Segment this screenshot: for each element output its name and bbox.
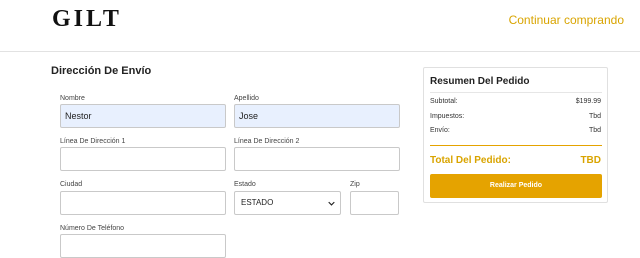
first-name-input[interactable] <box>60 104 226 128</box>
state-select-value: ESTADO <box>241 198 274 207</box>
taxes-label: Impuestos: <box>430 113 465 120</box>
first-name-label: Nombre <box>60 95 85 102</box>
zip-input[interactable] <box>350 191 399 215</box>
order-summary-panel: Resumen Del Pedido Subtotal: $199.99 Imp… <box>423 67 608 203</box>
order-summary-title: Resumen Del Pedido <box>430 76 530 87</box>
continue-shopping-link[interactable]: Continuar comprando <box>509 13 624 27</box>
zip-label: Zip <box>350 181 360 188</box>
order-total-label: Total Del Pedido: <box>430 155 511 166</box>
address-line2-input[interactable] <box>234 147 400 171</box>
total-divider <box>430 145 602 146</box>
chevron-down-icon <box>328 201 335 206</box>
shipping-cost-value: Tbd <box>588 127 601 134</box>
top-bar: GILT Continuar comprando <box>0 0 640 52</box>
last-name-label: Apellido <box>234 95 259 102</box>
address-line1-input[interactable] <box>60 147 226 171</box>
summary-divider <box>430 92 602 93</box>
address-line2-label: Línea De Dirección 2 <box>234 138 300 145</box>
shipping-cost-label: Envío: <box>430 127 450 134</box>
gilt-logo[interactable]: GILT <box>52 6 122 33</box>
state-select[interactable]: ESTADO <box>234 191 341 215</box>
subtotal-label: Subtotal: <box>430 98 458 105</box>
taxes-value: Tbd <box>588 113 601 120</box>
city-label: Ciudad <box>60 181 83 188</box>
shipping-address-title: Dirección De Envío <box>51 65 152 77</box>
order-total-value: TBD <box>580 155 601 166</box>
address-line1-label: Línea De Dirección 1 <box>60 138 126 145</box>
state-label: Estado <box>234 181 256 188</box>
phone-input[interactable] <box>60 234 226 258</box>
phone-label: Número De Teléfono <box>60 225 125 232</box>
subtotal-value: $199.99 <box>575 98 601 105</box>
place-order-button[interactable]: Realizar Pedido <box>430 174 602 198</box>
city-input[interactable] <box>60 191 226 215</box>
last-name-input[interactable] <box>234 104 400 128</box>
